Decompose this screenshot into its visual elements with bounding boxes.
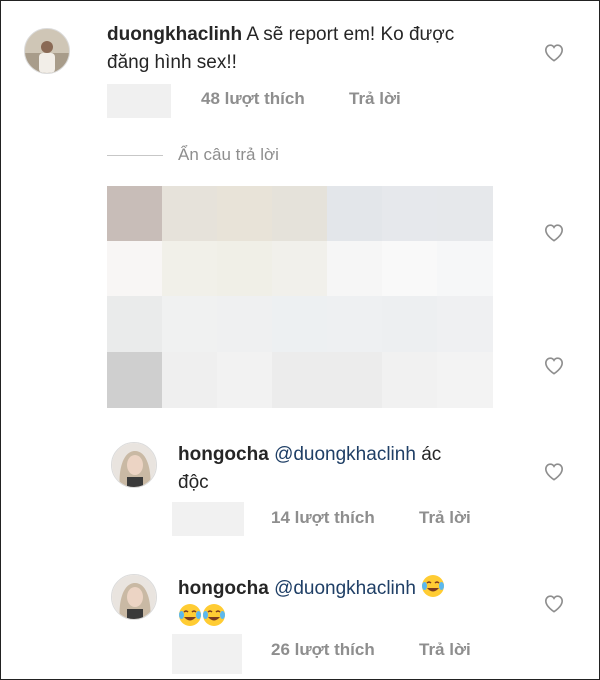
comment-1-likes[interactable]: 48 lượt thích (201, 89, 305, 109)
face-with-tears-of-joy-emoji (178, 603, 202, 627)
comment-2-text-line2: độc (178, 472, 209, 493)
heart-icon[interactable] (543, 461, 565, 481)
blurred-replies (107, 186, 493, 408)
face-with-tears-of-joy-emoji (202, 603, 226, 627)
comment-3-username[interactable]: hongocha (178, 578, 269, 599)
heart-icon[interactable] (543, 593, 565, 613)
face-with-tears-of-joy-emoji (421, 574, 445, 598)
comment-2-text: ác (421, 444, 442, 465)
heart-icon[interactable] (543, 42, 565, 62)
comment-1-reply-button[interactable]: Trả lời (349, 89, 401, 109)
comment-2-username[interactable]: hongocha (178, 444, 269, 465)
comment-2-body: hongocha @duongkhaclinh ác độc (178, 441, 518, 497)
avatar-duongkhaclinh[interactable] (24, 28, 70, 74)
avatar-hongocha[interactable] (111, 442, 157, 488)
blurred-timestamp (172, 634, 242, 674)
hide-replies-line (107, 155, 163, 156)
avatar-photo (112, 575, 156, 619)
heart-icon[interactable] (543, 355, 565, 375)
comment-2-reply-button[interactable]: Trả lời (419, 508, 471, 528)
avatar-photo (25, 29, 69, 73)
comment-1-text: A sẽ report em! Ko được (246, 24, 455, 45)
comment-1-username[interactable]: duongkhaclinh (107, 24, 242, 45)
comment-3-body: hongocha @duongkhaclinh (178, 574, 518, 632)
avatar-hongocha[interactable] (111, 574, 157, 620)
comment-3-mention[interactable]: @duongkhaclinh (274, 578, 416, 599)
blurred-timestamp (107, 84, 171, 118)
avatar-photo (112, 443, 156, 487)
comment-2-mention[interactable]: @duongkhaclinh (274, 444, 416, 465)
heart-icon[interactable] (543, 222, 565, 242)
comment-3-likes[interactable]: 26 lượt thích (271, 640, 375, 660)
comment-3-reply-button[interactable]: Trả lời (419, 640, 471, 660)
hide-replies-button[interactable]: Ẩn câu trả lời (178, 145, 279, 165)
comment-2-likes[interactable]: 14 lượt thích (271, 508, 375, 528)
comment-1-text-line2: đăng hình sex!! (107, 52, 237, 73)
blurred-timestamp (172, 502, 244, 536)
comment-1-body: duongkhaclinh A sẽ report em! Ko được đă… (107, 21, 527, 77)
